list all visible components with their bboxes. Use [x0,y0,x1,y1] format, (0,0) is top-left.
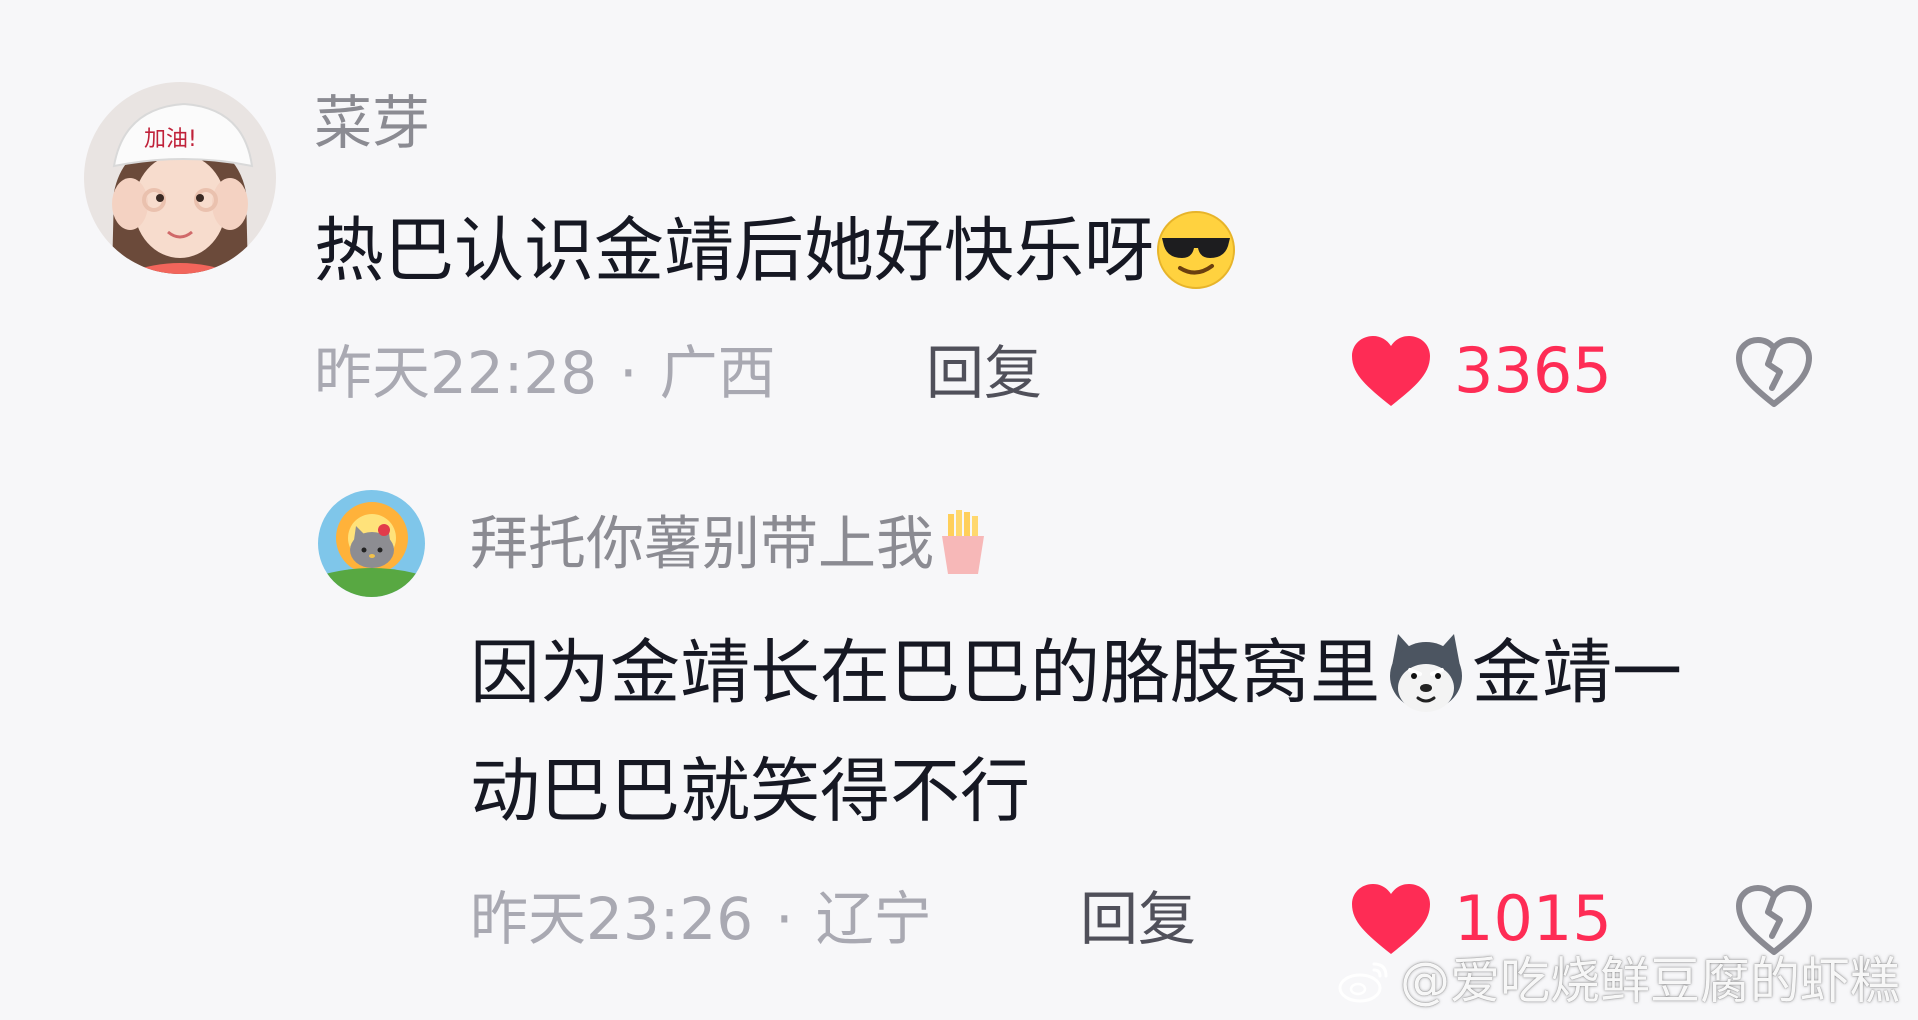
comment-text-line-1: 因为金靖长在巴巴的胳肢窝里 金靖一 [470,630,1682,725]
husky-emoji-icon [1380,630,1472,725]
heart-filled-icon [1352,884,1430,954]
comment-meta: 昨天23:26 · 辽宁 [470,890,932,948]
comment-2: 拜托你薯别带上我 因为金靖长在巴巴的胳肢窝里 金靖一 动巴巴就笑得不行 昨天23… [0,0,1918,1020]
like-count: 1015 [1454,882,1612,955]
like-button[interactable]: 1015 [1350,882,1612,956]
user-avatar[interactable] [318,490,425,597]
watermark-text: @爱吃烧鲜豆腐的虾糕 [1400,952,1900,1010]
comment-text-line-2: 动巴巴就笑得不行 [470,750,1030,832]
username-text: 拜托你薯别带上我 [470,509,935,578]
broken-heart-icon [1736,885,1812,955]
fries-emoji-icon [934,510,992,585]
comment-location: 辽宁 [815,885,932,953]
watermark: @爱吃烧鲜豆腐的虾糕 [1336,956,1900,1006]
meta-separator: · [775,885,794,953]
comment-time: 昨天23:26 [470,885,754,953]
username[interactable]: 拜托你薯别带上我 [470,510,992,585]
weibo-logo-icon [1338,962,1388,1003]
comment-text-part-1: 因为金靖长在巴巴的胳肢窝里 [470,631,1380,714]
comment-text-part-2: 金靖一 [1472,631,1682,714]
reply-button[interactable]: 回复 [1080,890,1196,948]
dislike-button[interactable] [1734,880,1814,960]
avatar-image [318,490,425,597]
